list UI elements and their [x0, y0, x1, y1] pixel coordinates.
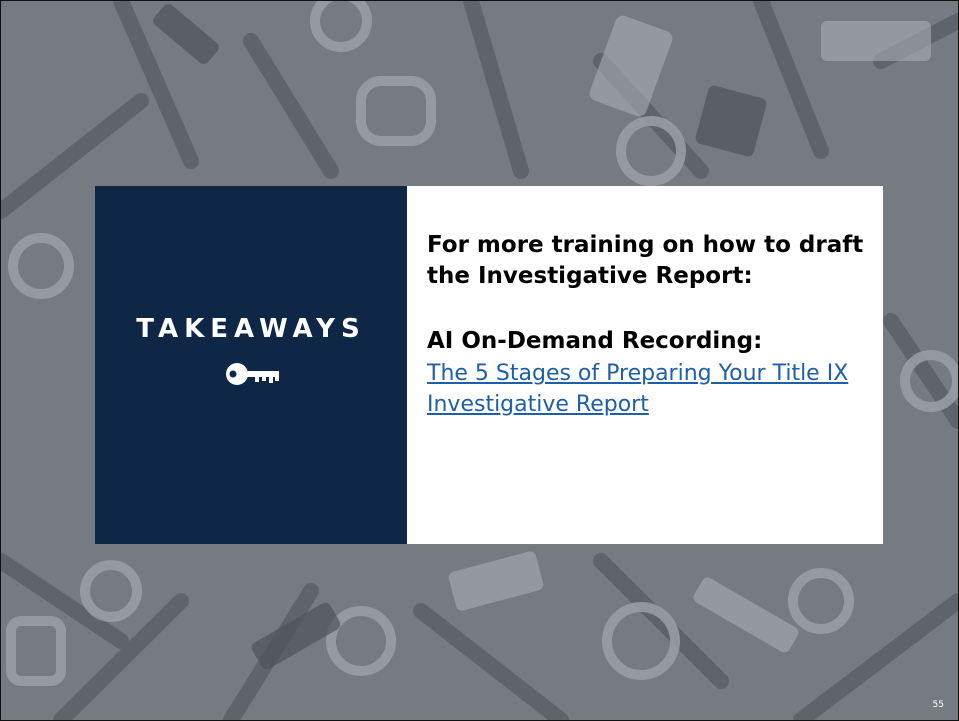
takeaways-title: TAKEAWAYS [136, 314, 366, 344]
recording-label: AI On-Demand Recording: [427, 328, 763, 354]
page-number: 55 [932, 700, 944, 710]
takeaways-panel: TAKEAWAYS [95, 186, 407, 544]
training-heading: For more training on how to draft the In… [427, 232, 864, 289]
recording-link[interactable]: The 5 Stages of Preparing Your Title IX … [427, 358, 877, 420]
slide: TAKEAWAYS For more training on how to dr… [0, 0, 959, 721]
content-panel: For more training on how to draft the In… [407, 186, 883, 544]
key-icon [226, 363, 279, 385]
